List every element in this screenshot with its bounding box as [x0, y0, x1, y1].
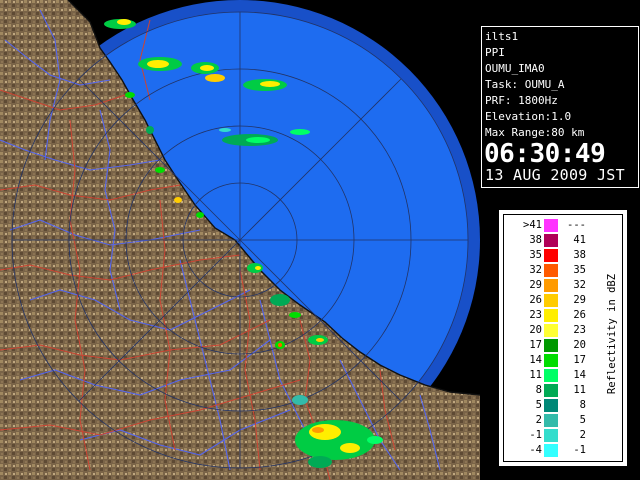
reflectivity-legend: >41 --- 38 41 35 38 32 35 29 32 26 29 23 26 20 23 17 20 14…	[498, 209, 628, 467]
legend-lower-bound: 38	[529, 234, 542, 246]
info-product: OUMU_IMA0	[485, 62, 545, 75]
legend-lower-bound: 17	[529, 339, 542, 351]
legend-upper-bound: -1	[573, 444, 586, 456]
legend-color-swatch	[544, 234, 558, 247]
legend-upper-bound: 26	[573, 309, 586, 321]
radar-info-panel: ilts1 PPI OUMU_IMA0 Task: OUMU_A PRF: 18…	[481, 26, 639, 188]
observation-time: 06:30:49	[484, 139, 606, 169]
legend-lower-bound: 26	[529, 294, 542, 306]
legend-color-swatch	[544, 414, 558, 427]
legend-lower-bound: 11	[529, 369, 542, 381]
radar-map-graphic	[0, 0, 480, 480]
legend-lower-bound: 23	[529, 309, 542, 321]
legend-upper-bound: 38	[573, 249, 586, 261]
observation-date: 13 AUG 2009 JST	[485, 166, 625, 184]
legend-color-swatch	[544, 324, 558, 337]
legend-color-swatch	[544, 279, 558, 292]
legend-color-swatch	[544, 399, 558, 412]
legend-color-swatch	[544, 354, 558, 367]
legend-upper-bound: 29	[573, 294, 586, 306]
info-station: ilts1	[485, 30, 519, 43]
info-task: Task: OUMU_A	[485, 78, 565, 91]
legend-lower-bound: 14	[529, 354, 542, 366]
legend-upper-bound: 2	[579, 429, 586, 441]
range-rings	[11, 11, 469, 469]
legend-color-swatch	[544, 384, 558, 397]
legend-upper-bound: 41	[573, 234, 586, 246]
legend-lower-bound: 29	[529, 279, 542, 291]
legend-lower-bound: 5	[535, 399, 542, 411]
info-scan-type: PPI	[485, 46, 505, 59]
legend-lower-bound: 2	[535, 414, 542, 426]
legend-upper-bound: 35	[573, 264, 586, 276]
legend-frame: >41 --- 38 41 35 38 32 35 29 32 26 29 23 26 20 23 17 20 14…	[503, 214, 623, 462]
legend-lower-bound: 8	[535, 384, 542, 396]
info-prf: PRF: 1800Hz	[485, 94, 558, 107]
radar-ppi-map[interactable]	[0, 0, 480, 480]
legend-upper-bound: ---	[567, 219, 586, 231]
legend-color-swatch	[544, 309, 558, 322]
legend-lower-bound: 20	[529, 324, 542, 336]
legend-upper-bound: 11	[573, 384, 586, 396]
legend-lower-bound: 32	[529, 264, 542, 276]
legend-lower-bound: 35	[529, 249, 542, 261]
legend-upper-bound: 32	[573, 279, 586, 291]
legend-color-swatch	[544, 369, 558, 382]
legend-upper-bound: 17	[573, 354, 586, 366]
legend-color-swatch	[544, 264, 558, 277]
legend-upper-bound: 23	[573, 324, 586, 336]
legend-upper-bound: 14	[573, 369, 586, 381]
legend-color-swatch	[544, 219, 558, 232]
legend-lower-bound: -1	[529, 429, 542, 441]
legend-upper-bound: 5	[579, 414, 586, 426]
info-elevation: Elevation:1.0	[485, 110, 572, 123]
legend-lower-bound: -4	[529, 444, 542, 456]
legend-upper-bound: 8	[579, 399, 586, 411]
legend-color-swatch	[544, 294, 558, 307]
info-max-range: Max Range:80 km	[485, 126, 585, 139]
legend-lower-bound: >41	[523, 219, 542, 231]
legend-color-swatch	[544, 339, 558, 352]
legend-title: Reflectivity in dBZ	[606, 273, 618, 395]
legend-upper-bound: 20	[573, 339, 586, 351]
legend-title-wrap: Reflectivity in dBZ	[600, 265, 620, 415]
radar-display: ilts1 PPI OUMU_IMA0 Task: OUMU_A PRF: 18…	[0, 0, 640, 480]
legend-color-swatch	[544, 249, 558, 262]
legend-color-swatch	[544, 444, 558, 457]
legend-color-swatch	[544, 429, 558, 442]
